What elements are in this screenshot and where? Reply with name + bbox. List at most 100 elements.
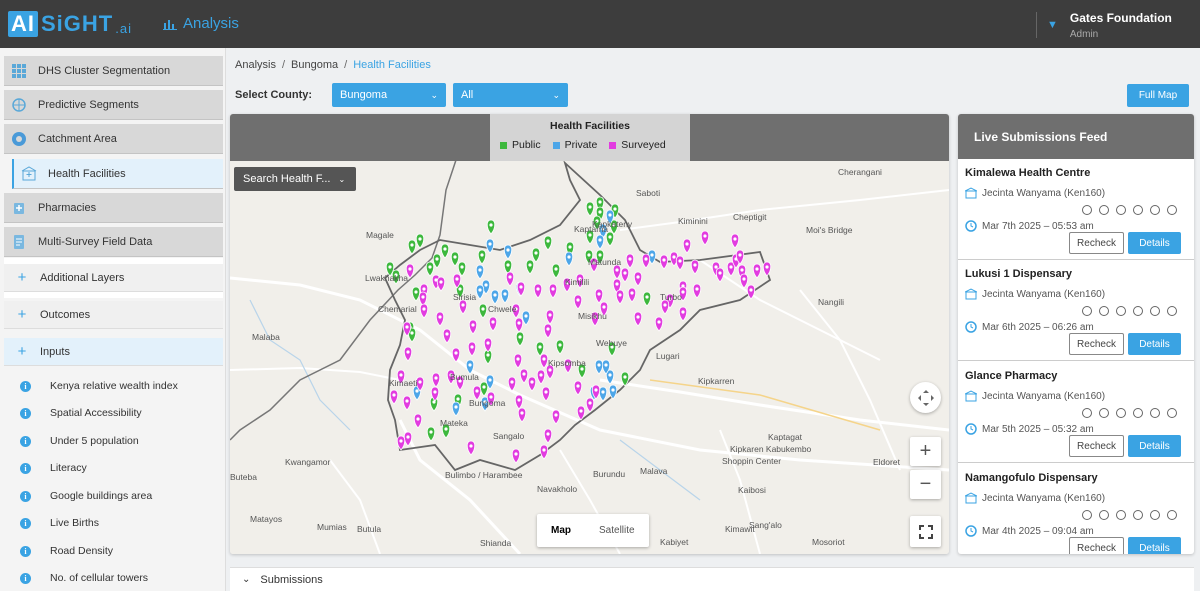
input-road-density[interactable]: i Road Density	[20, 538, 220, 564]
syringe-icon	[1115, 508, 1127, 520]
plus-icon: +	[17, 343, 27, 360]
pin-dot	[461, 303, 465, 307]
sidebar-item-health-facilities[interactable]: Health Facilities	[12, 159, 223, 189]
pin-dot	[594, 388, 598, 392]
sidebar-item-label: Predictive Segments	[38, 98, 139, 111]
pin-dot	[508, 275, 512, 279]
place-label: Matunda	[588, 257, 621, 267]
pin-dot	[415, 389, 419, 393]
person-icon	[1098, 406, 1110, 418]
place-label: Kimilili	[565, 277, 589, 287]
pin-dot	[418, 237, 422, 241]
nav-analysis[interactable]: Analysis	[163, 15, 239, 32]
breadcrumb-county[interactable]: Bungoma	[291, 59, 338, 71]
place-label: Matayos	[250, 514, 282, 524]
aperture-icon	[10, 130, 28, 148]
pin-dot	[598, 210, 602, 214]
submissions-section[interactable]: ⌄ Submissions	[230, 567, 1194, 591]
section-outcomes[interactable]: + Outcomes	[4, 301, 223, 329]
bar-chart-icon	[163, 19, 177, 30]
date-text: Mar 7th 2025 – 05:53 am	[982, 220, 1094, 232]
place-label: Malaba	[252, 332, 280, 342]
person-icon	[1098, 508, 1110, 520]
settings-icon	[1149, 304, 1161, 316]
date-text: Mar 5th 2025 – 05:32 am	[982, 423, 1094, 435]
details-button[interactable]: Details	[1128, 537, 1181, 554]
pin-dot	[695, 287, 699, 291]
pin-dot	[623, 375, 627, 379]
legend-label: Surveyed	[621, 139, 666, 151]
input-cellular-towers[interactable]: i No. of cellular towers	[20, 565, 220, 591]
recenter-button[interactable]	[910, 382, 941, 413]
pin-dot	[410, 243, 414, 247]
zoom-in-button[interactable]: +	[910, 437, 941, 466]
legend-title: Health Facilities	[550, 120, 630, 132]
sidebar-item-pharmacies[interactable]: Pharmacies	[4, 193, 223, 223]
app-logo[interactable]: AI SiGHT .ai	[8, 10, 132, 38]
details-button[interactable]: Details	[1128, 435, 1181, 457]
clipboard-icon	[1166, 406, 1178, 418]
recheck-button[interactable]: Recheck	[1069, 232, 1124, 254]
breadcrumb-analysis[interactable]: Analysis	[235, 59, 276, 71]
grid-icon	[10, 62, 28, 80]
input-wealth-index[interactable]: i Kenya relative wealth index	[20, 373, 220, 399]
fullscreen-button[interactable]	[910, 516, 941, 547]
info-icon: i	[20, 490, 31, 502]
search-health-facilities-select[interactable]: Search Health F... ⌄	[234, 167, 356, 191]
place-label: Bungoma	[469, 398, 506, 408]
input-live-births[interactable]: i Live Births	[20, 510, 220, 536]
pin-dot	[519, 285, 523, 289]
sidebar-item-catchment[interactable]: Catchment Area	[4, 124, 223, 154]
pin-dot	[405, 399, 409, 403]
input-label: Kenya relative wealth index	[50, 380, 178, 392]
place-label: Misikhu	[578, 311, 607, 321]
pin-dot	[534, 251, 538, 255]
recheck-button[interactable]: Recheck	[1069, 435, 1124, 457]
pin-dot	[454, 405, 458, 409]
pin-dot	[576, 298, 580, 302]
input-literacy[interactable]: i Literacy	[20, 455, 220, 481]
sidebar-item-multi-survey[interactable]: Multi-Survey Field Data	[4, 227, 223, 257]
pin-dot	[481, 307, 485, 311]
legend-private[interactable]: Private	[552, 139, 597, 151]
sidebar-item-label: Catchment Area	[38, 132, 117, 145]
full-map-button[interactable]: Full Map	[1127, 84, 1189, 107]
input-under5[interactable]: i Under 5 population	[20, 428, 220, 454]
sidebar-item-dhs[interactable]: DHS Cluster Segmentation	[4, 56, 223, 86]
sidebar-item-predictive[interactable]: Predictive Segments	[4, 90, 223, 120]
subcounty-select[interactable]: All ⌄	[453, 83, 568, 107]
input-spatial-accessibility[interactable]: i Spatial Accessibility	[20, 400, 220, 426]
place-label: Saboti	[636, 188, 660, 198]
pin-dot	[749, 288, 753, 292]
input-google-buildings[interactable]: i Google buildings area	[20, 483, 220, 509]
hospital-icon	[20, 165, 38, 183]
section-additional-layers[interactable]: + Additional Layers	[4, 264, 223, 292]
live-feed-panel: Live Submissions Feed Kimalewa Health Ce…	[958, 114, 1194, 554]
face-icon	[1081, 203, 1093, 215]
details-button[interactable]: Details	[1128, 232, 1181, 254]
legend-surveyed[interactable]: Surveyed	[609, 139, 666, 151]
recheck-button[interactable]: Recheck	[1069, 333, 1124, 355]
pin-dot	[738, 253, 742, 257]
map-panel[interactable]: Cherangani Saboti Kiminini Cheptigit Moi's B…	[230, 114, 949, 554]
face-icon	[1081, 304, 1093, 316]
place-label: Turbo	[660, 292, 682, 302]
pin-dot	[681, 310, 685, 314]
settings-icon	[1149, 406, 1161, 418]
user-menu[interactable]: ▼ Gates Foundation Admin	[1036, 10, 1172, 40]
legend-public[interactable]: Public	[500, 139, 541, 151]
zoom-out-button[interactable]: −	[910, 470, 941, 499]
county-select[interactable]: Bungoma ⌄	[332, 83, 446, 107]
place-label: Webuye	[596, 338, 627, 348]
details-button[interactable]: Details	[1128, 333, 1181, 355]
pin-dot	[546, 432, 550, 436]
map-type-map[interactable]: Map	[537, 514, 585, 547]
section-inputs[interactable]: + Inputs	[4, 338, 223, 366]
place-label: Bulimbo / Harambee	[445, 470, 523, 480]
pin-dot	[408, 267, 412, 271]
map-type-satellite[interactable]: Satellite	[585, 514, 649, 547]
pin-dot	[488, 242, 492, 246]
recheck-button[interactable]: Recheck	[1069, 537, 1124, 554]
indicator-icons	[1081, 406, 1178, 418]
info-icon: i	[20, 572, 31, 584]
